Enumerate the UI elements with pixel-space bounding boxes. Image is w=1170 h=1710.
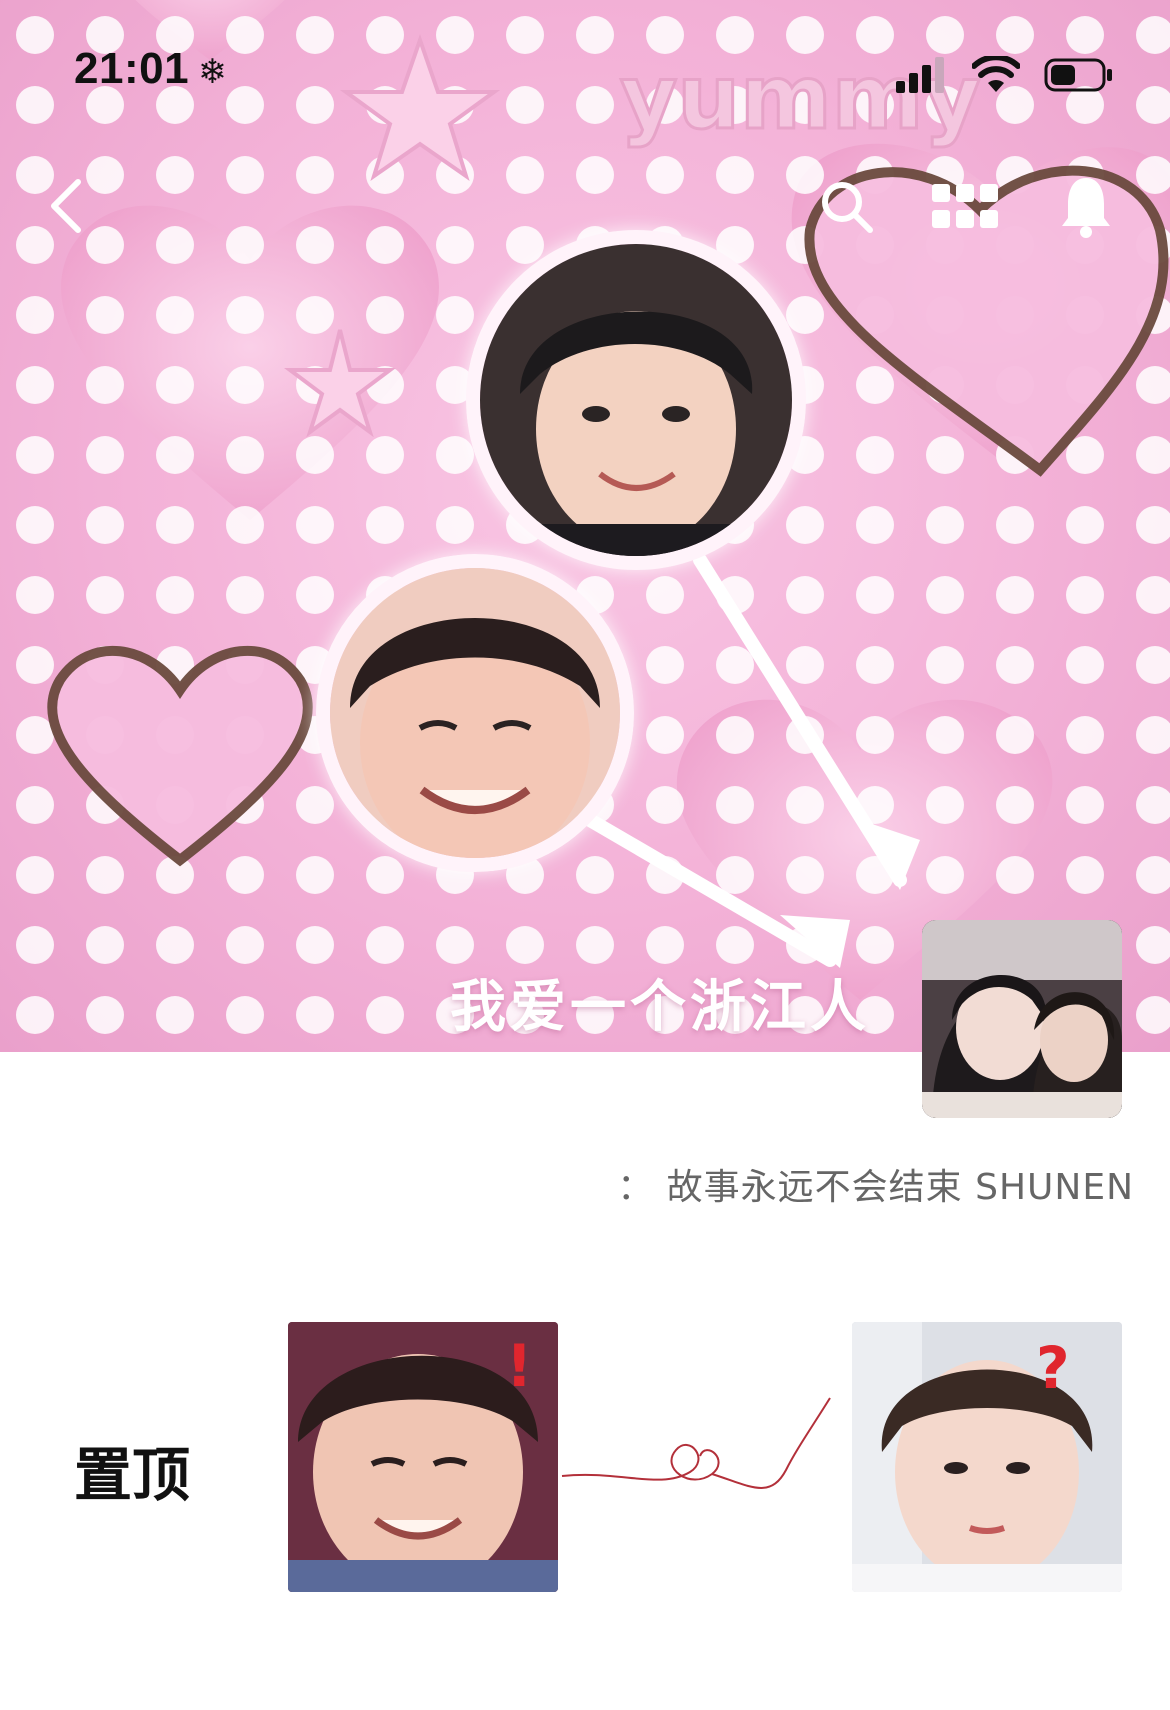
grid-menu-icon[interactable] <box>932 184 998 230</box>
snowflake-icon: ❄ <box>198 52 227 92</box>
cover-face-photo-bottom <box>316 554 634 872</box>
status-time: 21:01 <box>74 44 190 93</box>
wifi-icon <box>972 56 1020 92</box>
cover-title: 我爱一个浙江人 <box>450 975 870 1040</box>
status-bar-right <box>896 56 1114 94</box>
chevron-left-icon[interactable] <box>44 176 88 236</box>
exclamation-badge: ! <box>506 1332 532 1400</box>
red-thread-decoration <box>561 1397 831 1489</box>
cellular-signal-icon <box>896 57 944 93</box>
pinned-label: 置顶 <box>74 1441 191 1509</box>
battery-icon <box>1044 58 1112 92</box>
pinned-photo-right[interactable]: ? <box>852 1322 1122 1592</box>
bell-icon[interactable] <box>1060 174 1112 238</box>
question-badge: ? <box>1036 1334 1070 1402</box>
cover-face-photo-top <box>466 230 806 570</box>
pinned-photo-left[interactable]: ! <box>288 1322 558 1592</box>
avatar[interactable] <box>922 920 1122 1118</box>
profile-cover[interactable]: yummy 21:01 ❄ 我爱一个浙江人 <box>0 0 1170 1052</box>
search-icon[interactable] <box>818 178 874 234</box>
profile-bio: ： 故事永远不会结束 SHUNEN <box>617 1167 1134 1208</box>
